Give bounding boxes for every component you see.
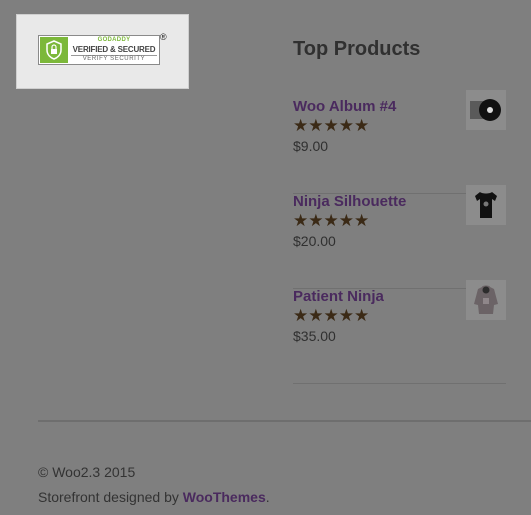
product-price: $9.00 [293,138,329,154]
product-price: $35.00 [293,328,336,344]
registered-mark: ® [160,32,167,42]
hoodie-icon[interactable] [466,280,506,320]
rating-stars: ★★★★★ [293,211,370,230]
rating-stars: ★★★★★ [293,116,370,135]
vinyl-album-icon[interactable] [466,90,506,130]
product-item: Ninja Silhouette ★★★★★ $20.00 [293,185,506,289]
product-price: $20.00 [293,233,336,249]
footer-credit-text: Storefront designed by [38,489,183,505]
product-link[interactable]: Woo Album #4 [293,98,396,115]
seal-brand: GODADDY [97,37,131,43]
security-seal-panel: GODADDY VERIFIED & SECURED VERIFY SECURI… [16,14,189,89]
godaddy-seal-link[interactable]: GODADDY VERIFIED & SECURED VERIFY SECURI… [38,35,160,65]
footer-period: . [265,489,270,505]
footer-divider [38,420,531,422]
rating-stars: ★★★★★ [293,306,370,325]
seal-verified-text: VERIFIED & SECURED [72,45,156,54]
seal-verify-text: VERIFY SECURITY [71,55,157,62]
lock-icon [40,37,68,63]
widget-title: Top Products [293,38,421,60]
product-link[interactable]: Ninja Silhouette [293,193,406,210]
product-link[interactable]: Patient Ninja [293,288,384,305]
footer-credit: Storefront designed by WooThemes. [38,489,270,505]
tshirt-icon[interactable] [466,185,506,225]
product-item: Woo Album #4 ★★★★★ $9.00 [293,90,506,194]
woothemes-link[interactable]: WooThemes [183,489,266,505]
product-item: Patient Ninja ★★★★★ $35.00 [293,280,506,384]
footer-copyright: © Woo2.3 2015 [38,464,136,480]
